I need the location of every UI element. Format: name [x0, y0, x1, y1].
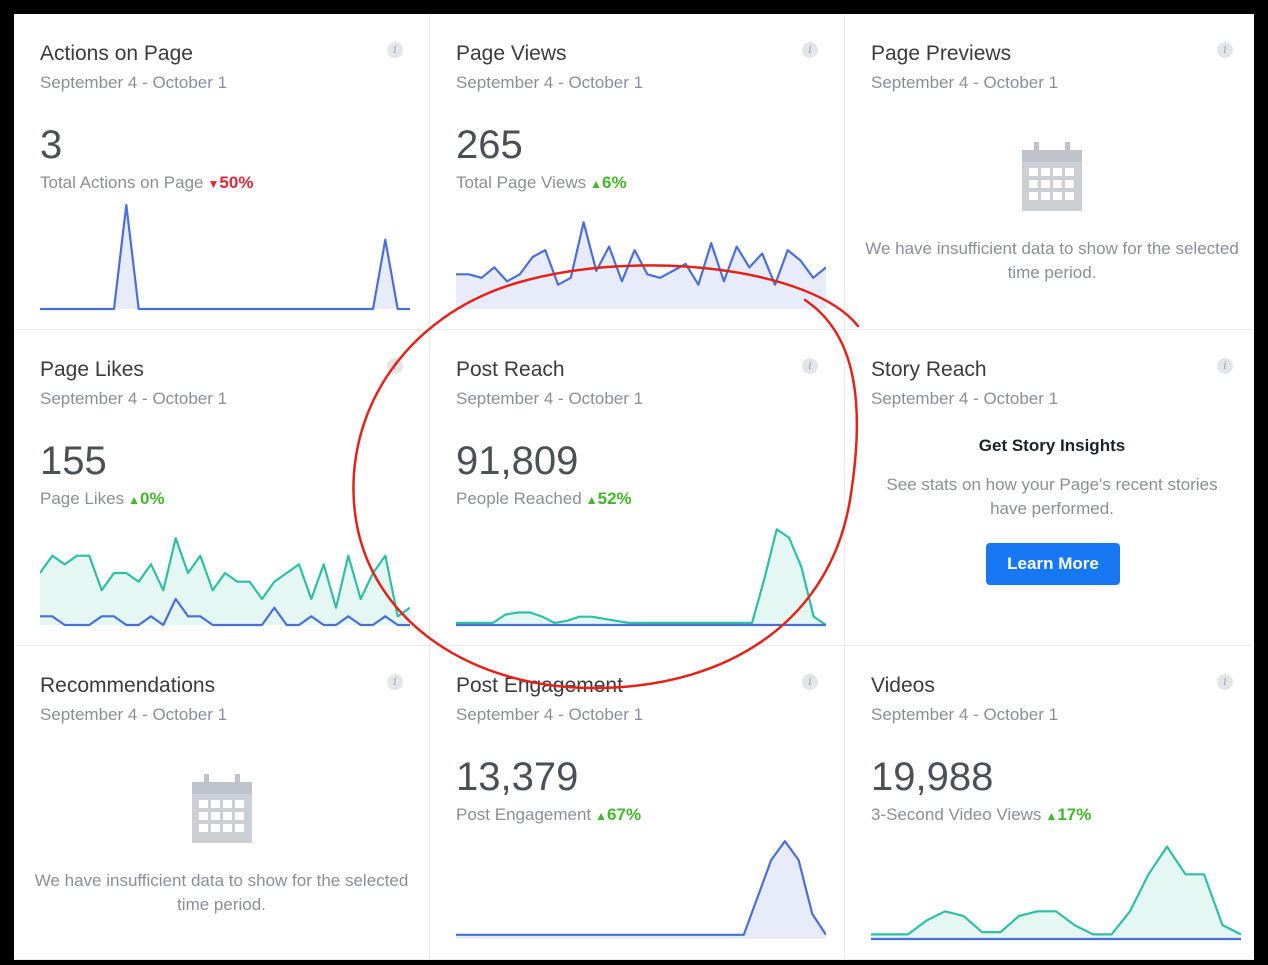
card-date-range: September 4 - October 1 [456, 389, 644, 408]
metric-value: 3 [40, 123, 63, 167]
metric-value: 265 [456, 123, 523, 167]
series-area-0 [40, 538, 410, 625]
metric-value: 19,988 [871, 755, 994, 799]
card-date-range: September 4 - October 1 [456, 705, 644, 724]
card-title: Videos [871, 674, 935, 697]
card-date-range: September 4 - October 1 [40, 389, 228, 408]
down-arrow-icon: ▼ [207, 177, 220, 191]
card-date-range: September 4 - October 1 [871, 705, 1059, 724]
change-value: 6% [602, 173, 627, 192]
change-badge: ▲67% [595, 805, 641, 824]
metric-label: Page Likes ▲0% [40, 489, 165, 509]
card-title: Actions on Page [40, 42, 193, 65]
change-badge: ▲52% [586, 489, 632, 508]
change-value: 50% [219, 173, 254, 192]
card-page-previews[interactable]: Page Previews September 4 - October 1 i … [845, 14, 1254, 330]
card-post-engagement[interactable]: Post Engagement September 4 - October 1 … [430, 646, 845, 960]
series-area-0 [871, 846, 1241, 939]
card-title: Page Views [456, 42, 567, 65]
metric-label-text: Post Engagement [456, 805, 592, 824]
change-value: 52% [597, 489, 632, 508]
metric-label-text: 3-Second Video Views [871, 805, 1042, 824]
learn-more-button[interactable]: Learn More [986, 543, 1120, 585]
change-value: 67% [607, 805, 642, 824]
change-badge: ▲17% [1045, 805, 1091, 824]
info-icon[interactable]: i [802, 42, 818, 58]
card-date-range: September 4 - October 1 [871, 389, 1059, 408]
metric-label: People Reached ▲52% [456, 489, 632, 509]
up-arrow-icon: ▲ [128, 493, 141, 507]
info-icon[interactable]: i [387, 358, 403, 374]
card-title: Page Previews [871, 42, 1012, 65]
up-arrow-icon: ▲ [595, 809, 608, 823]
change-value: 17% [1057, 805, 1092, 824]
series-area-0 [456, 529, 826, 625]
metrics-grid: Actions on Page September 4 - October 1 … [14, 14, 1254, 960]
info-icon[interactable]: i [802, 674, 818, 690]
info-icon[interactable]: i [802, 358, 818, 374]
card-date-range: September 4 - October 1 [40, 705, 228, 724]
card-date-range: September 4 - October 1 [871, 73, 1059, 92]
card-date-range: September 4 - October 1 [40, 73, 228, 92]
views-chart [456, 221, 826, 309]
story-insights-heading: Get Story Insights [978, 436, 1126, 455]
card-post-reach[interactable]: Post Reach September 4 - October 1 i 91,… [430, 330, 845, 646]
reach-chart [456, 528, 826, 627]
metric-value: 13,379 [456, 755, 579, 799]
actions-chart [40, 203, 410, 311]
calendar-icon [1022, 142, 1082, 211]
change-badge: ▼50% [208, 173, 254, 192]
metric-label: Total Page Views ▲6% [456, 173, 627, 193]
info-icon[interactable]: i [1217, 358, 1233, 374]
metric-label-text: Page Likes [40, 489, 125, 508]
series-area-0 [40, 205, 410, 309]
info-icon[interactable]: i [1217, 674, 1233, 690]
card-page-likes[interactable]: Page Likes September 4 - October 1 i 155… [14, 330, 430, 646]
card-title: Recommendations [40, 674, 216, 697]
change-value: 0% [140, 489, 165, 508]
up-arrow-icon: ▲ [1045, 809, 1058, 823]
series-line-0 [40, 203, 410, 311]
insights-overview: Actions on Page September 4 - October 1 … [14, 14, 1254, 960]
card-story-reach[interactable]: Story Reach September 4 - October 1 i Ge… [845, 330, 1254, 646]
series-area-0 [456, 841, 826, 939]
card-recommendations[interactable]: Recommendations September 4 - October 1 … [14, 646, 430, 960]
engagement-chart [456, 840, 826, 939]
metric-label-text: Total Actions on Page [40, 173, 204, 192]
likes-chart [40, 537, 410, 627]
card-title: Page Likes [40, 358, 144, 381]
card-actions-on-page[interactable]: Actions on Page September 4 - October 1 … [14, 14, 430, 330]
up-arrow-icon: ▲ [585, 493, 598, 507]
change-badge: ▲6% [590, 173, 626, 192]
metric-label: 3-Second Video Views ▲17% [871, 805, 1091, 825]
card-date-range: September 4 - October 1 [456, 73, 644, 92]
series-area-0 [456, 222, 826, 309]
card-title: Story Reach [871, 358, 987, 381]
info-icon[interactable]: i [387, 42, 403, 58]
videos-chart [871, 845, 1241, 941]
metric-label-text: Total Page Views [456, 173, 587, 192]
up-arrow-icon: ▲ [590, 177, 602, 191]
insufficient-data-message: We have insufficient data to show for th… [34, 871, 409, 914]
metric-label: Total Actions on Page ▼50% [40, 173, 253, 193]
change-badge: ▲0% [128, 489, 164, 508]
metric-value: 155 [40, 439, 107, 483]
metric-value: 91,809 [456, 439, 579, 483]
card-title: Post Reach [456, 358, 565, 381]
card-title: Post Engagement [456, 674, 623, 697]
metric-label: Post Engagement ▲67% [456, 805, 641, 825]
metric-label-text: People Reached [456, 489, 582, 508]
story-insights-description: See stats on how your Page's recent stor… [886, 475, 1218, 518]
card-page-views[interactable]: Page Views September 4 - October 1 i 265… [430, 14, 845, 330]
info-icon[interactable]: i [387, 674, 403, 690]
calendar-icon [191, 774, 252, 843]
info-icon[interactable]: i [1217, 42, 1233, 58]
card-videos[interactable]: Videos September 4 - October 1 i 19,988 … [845, 646, 1254, 960]
insufficient-data-message: We have insufficient data to show for th… [865, 239, 1239, 282]
